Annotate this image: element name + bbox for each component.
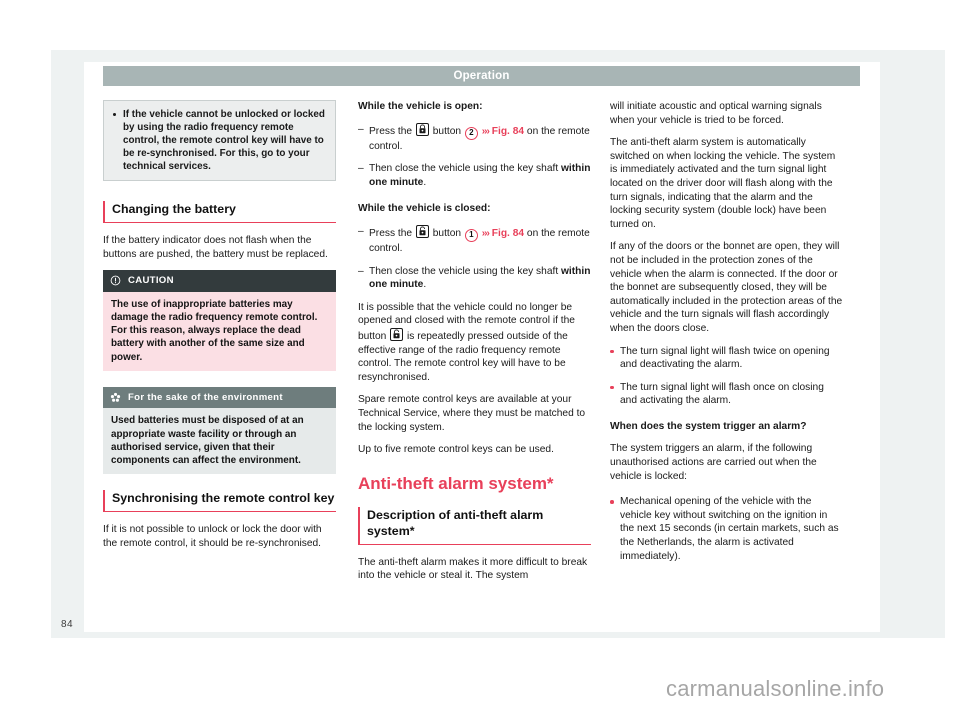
paragraph-description-anti-theft: The anti-theft alarm makes it more diffi… [358, 556, 588, 582]
list-item: Mechanical opening of the vehicle with t… [610, 495, 843, 563]
step-prefix: Press the [369, 125, 413, 137]
figure-reference-link[interactable]: Fig. 84 [492, 126, 524, 137]
paragraph-auto-switch: The anti-theft alarm system is automatic… [610, 137, 836, 230]
section-heading-description-anti-theft: Description of anti-theft alarm system* [358, 506, 591, 545]
dash-marker-icon: – [358, 225, 364, 237]
paragraph-resync: It is possible that the vehicle could no… [358, 301, 591, 385]
figure-reference-link[interactable]: Fig. 84 [492, 228, 524, 239]
environment-panel-body: Used batteries must be disposed of at an… [103, 408, 336, 475]
callout-number-2: 2 [464, 126, 478, 140]
cross-reference-arrows: ››› [481, 125, 490, 137]
page-number: 84 [61, 619, 73, 630]
dash-marker-icon: – [358, 265, 364, 277]
step-item-closed-close: – Then close the vehicle using the key s… [358, 265, 591, 292]
dash-marker-icon: – [358, 163, 364, 175]
callout-number-1: 1 [464, 228, 478, 242]
list-item: The turn signal light will flash twice o… [610, 345, 843, 372]
cross-reference-arrows: ››› [481, 227, 490, 239]
list-item-text: The turn signal light will flash twice o… [620, 345, 830, 371]
exclamation-circle-icon [110, 275, 121, 286]
environment-panel-header: For the sake of the environment [103, 386, 336, 409]
running-head-title: Operation [453, 70, 510, 82]
subheading-vehicle-closed: While the vehicle is closed: [358, 203, 491, 215]
paragraph-doors-bonnet: If any of the doors or the bonnet are op… [610, 241, 843, 334]
step-mid: button [432, 227, 462, 239]
section-heading-synchronising-remote-control-key: Synchronising the remote control key [103, 490, 336, 513]
text-column-3: will initiate acoustic and optical warni… [610, 100, 843, 572]
padlock-open-icon [390, 327, 404, 341]
step-text-end: . [423, 279, 427, 291]
paragraph-warning-signals: will initiate acoustic and optical warni… [610, 101, 822, 126]
caution-panel-title: CAUTION [128, 275, 174, 287]
note-bullet-item: If the vehicle cannot be unlocked or loc… [112, 108, 327, 173]
padlock-closed-icon [415, 122, 429, 136]
note-box: If the vehicle cannot be unlocked or loc… [103, 100, 336, 181]
step-text-end: . [423, 176, 427, 188]
section-heading-changing-the-battery: Changing the battery [103, 201, 336, 223]
caution-panel-body: The use of inappropriate batteries may d… [103, 291, 336, 371]
text-column-2: While the vehicle is open: – Press the b… [358, 100, 591, 592]
paragraph-battery-indicator: If the battery indicator does not flash … [103, 235, 328, 260]
caution-panel-header: CAUTION [103, 270, 336, 292]
paragraph-trigger-alarm: The system triggers an alarm, if the fol… [610, 443, 817, 482]
caution-panel: CAUTION The use of inappropriate batteri… [103, 270, 336, 371]
step-text: Then close the vehicle using the key sha… [369, 265, 559, 277]
site-watermark: carmanualsonline.info [666, 676, 885, 701]
step-mid: button [432, 125, 462, 137]
subheading-trigger-alarm: When does the system trigger an alarm? [610, 420, 807, 432]
chapter-title-anti-theft-alarm: Anti-theft alarm system* [358, 473, 554, 493]
running-head-bar: Operation [103, 66, 860, 86]
list-item-text: Mechanical opening of the vehicle with t… [620, 496, 839, 562]
list-item-text: The turn signal light will flash once on… [620, 381, 824, 407]
text-column-1: If the vehicle cannot be unlocked or loc… [103, 100, 336, 559]
dash-marker-icon: – [358, 123, 364, 135]
paragraph-spare-keys: Spare remote control keys are available … [358, 394, 586, 433]
environment-flower-icon [110, 392, 121, 403]
paragraph-five-keys: Up to five remote control keys can be us… [358, 444, 554, 456]
step-item-open-close: – Then close the vehicle using the key s… [358, 162, 591, 189]
note-bullet-text: If the vehicle cannot be unlocked or loc… [123, 109, 325, 172]
environment-panel-title: For the sake of the environment [128, 391, 283, 403]
step-item-closed-press: – Press the button 1 ››› Fig. 84 on the … [358, 224, 591, 256]
red-bullet-dot-icon [610, 385, 614, 390]
environment-panel: For the sake of the environment Used bat… [103, 386, 336, 475]
paragraph-sync: If it is not possible to unlock or lock … [103, 524, 322, 549]
list-item: The turn signal light will flash once on… [610, 381, 843, 408]
step-item-open-press: – Press the button 2 ››› Fig. 84 on the … [358, 122, 591, 154]
red-bullet-dot-icon [610, 500, 614, 504]
red-bullet-dot-icon [610, 349, 614, 354]
step-prefix: Press the [369, 227, 413, 239]
subheading-vehicle-open: While the vehicle is open: [358, 101, 483, 112]
bullet-dot-icon [113, 113, 116, 116]
step-text: Then close the vehicle using the key sha… [369, 163, 559, 175]
padlock-open-icon [415, 224, 429, 238]
